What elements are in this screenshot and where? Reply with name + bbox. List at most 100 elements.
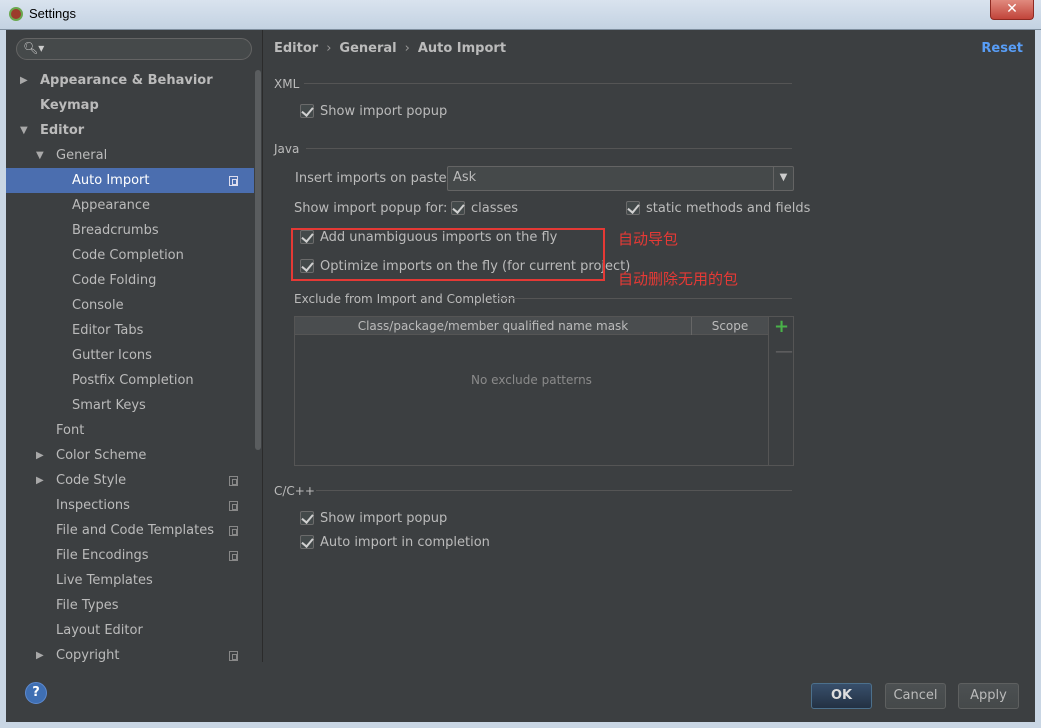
settings-content: Editor › General › Auto Import Reset XML Sho…	[264, 30, 1035, 662]
search-input[interactable]: 🔍︎▾	[16, 38, 252, 60]
popup-classes-checkbox[interactable]: classes	[451, 200, 518, 218]
project-scope-icon	[229, 551, 238, 561]
expand-down-icon[interactable]: ▼	[20, 118, 32, 143]
sidebar-item-label: File and Code Templates	[56, 523, 214, 538]
sidebar-item-label: Breadcrumbs	[72, 223, 159, 238]
sidebar-item-font[interactable]: Font	[6, 418, 254, 443]
sidebar-item-appearance[interactable]: Appearance	[6, 193, 254, 218]
sidebar-item-keymap[interactable]: Keymap	[6, 93, 254, 118]
ok-button[interactable]: OK	[811, 683, 872, 709]
exclude-table: Class/package/member qualified name mask…	[294, 316, 794, 466]
expand-right-icon[interactable]: ▶	[36, 468, 48, 493]
sidebar-item-general[interactable]: ▼ General	[6, 143, 254, 168]
cancel-button[interactable]: Cancel	[885, 683, 946, 709]
section-cpp: C/C++	[274, 484, 315, 498]
sidebar-item-label: Color Scheme	[56, 448, 147, 463]
checkbox-checked[interactable]	[300, 511, 314, 525]
sidebar-item-editor[interactable]: ▼ Editor	[6, 118, 254, 143]
checkbox-checked[interactable]	[451, 201, 465, 215]
insert-imports-value: Ask	[453, 170, 477, 185]
sidebar-item-editor-tabs[interactable]: Editor Tabs	[6, 318, 254, 343]
sidebar-item-label: Code Style	[56, 473, 127, 488]
breadcrumb-separator: ›	[326, 41, 332, 56]
remove-icon[interactable]: —	[775, 341, 793, 362]
sidebar-item-label: Console	[72, 298, 124, 313]
xml-show-import-popup[interactable]: Show import popup	[300, 103, 447, 121]
sidebar-item-label: Layout Editor	[56, 623, 143, 638]
sidebar-item-live-templates[interactable]: Live Templates	[6, 568, 254, 593]
project-scope-icon	[229, 501, 238, 511]
checkbox-label: static methods and fields	[646, 201, 811, 216]
sidebar-item-gutter-icons[interactable]: Gutter Icons	[6, 343, 254, 368]
checkbox-checked[interactable]	[626, 201, 640, 215]
sidebar-item-layout-editor[interactable]: Layout Editor	[6, 618, 254, 643]
sidebar-item-breadcrumbs[interactable]: Breadcrumbs	[6, 218, 254, 243]
column-header-mask[interactable]: Class/package/member qualified name mask	[295, 317, 692, 335]
sidebar-item-label: Postfix Completion	[72, 373, 194, 388]
apply-button[interactable]: Apply	[958, 683, 1019, 709]
sidebar-item-file-and-code-templates[interactable]: File and Code Templates	[6, 518, 254, 543]
insert-imports-label: Insert imports on paste:	[295, 171, 452, 186]
sidebar-item-label: Code Folding	[72, 273, 157, 288]
sidebar-item-smart-keys[interactable]: Smart Keys	[6, 393, 254, 418]
annotation-auto-import: 自动导包	[618, 230, 679, 248]
reset-link[interactable]: Reset	[981, 41, 1023, 56]
expand-right-icon[interactable]: ▶	[20, 68, 32, 93]
empty-table-text: No exclude patterns	[471, 373, 592, 387]
insert-imports-select[interactable]: Ask ▼	[447, 166, 794, 191]
sidebar-item-file-types[interactable]: File Types	[6, 593, 254, 618]
sidebar-item-postfix-completion[interactable]: Postfix Completion	[6, 368, 254, 393]
checkbox-label: Show import popup	[320, 104, 448, 119]
sidebar-item-file-encodings[interactable]: File Encodings	[6, 543, 254, 568]
project-scope-icon	[229, 476, 238, 486]
sidebar-item-code-completion[interactable]: Code Completion	[6, 243, 254, 268]
sidebar-item-color-scheme[interactable]: ▶ Color Scheme	[6, 443, 254, 468]
dialog-footer: ? OK Cancel Apply	[6, 662, 1035, 722]
section-divider	[316, 490, 792, 491]
popup-static-checkbox[interactable]: static methods and fields	[626, 200, 810, 218]
checkbox-checked[interactable]	[300, 535, 314, 549]
section-divider	[306, 148, 792, 149]
help-icon[interactable]: ?	[25, 682, 47, 704]
project-scope-icon	[229, 176, 238, 186]
sidebar-item-label: Appearance	[72, 198, 151, 213]
sidebar-item-console[interactable]: Console	[6, 293, 254, 318]
chevron-down-icon[interactable]: ▼	[773, 167, 793, 190]
project-scope-icon	[229, 651, 238, 661]
sidebar-item-appearance-behavior[interactable]: ▶ Appearance & Behavior	[6, 68, 254, 93]
sidebar-item-auto-import[interactable]: Auto Import	[6, 168, 254, 193]
sidebar-item-code-style[interactable]: ▶ Code Style	[6, 468, 254, 493]
sidebar-item-label: Smart Keys	[72, 398, 146, 413]
section-java: Java	[274, 142, 300, 156]
annotation-auto-remove: 自动删除无用的包	[618, 270, 739, 288]
breadcrumb-general: General	[339, 41, 397, 56]
checkbox-checked[interactable]	[300, 104, 314, 118]
sidebar-item-code-folding[interactable]: Code Folding	[6, 268, 254, 293]
sidebar-item-label: File Types	[56, 598, 119, 613]
sidebar-item-label: Keymap	[40, 98, 99, 113]
sidebar-item-label: Code Completion	[72, 248, 184, 263]
breadcrumb-editor: Editor	[274, 41, 319, 56]
cpp-auto-import-completion[interactable]: Auto import in completion	[300, 534, 490, 552]
column-header-scope[interactable]: Scope	[692, 317, 768, 335]
sidebar-item-label: Auto Import	[72, 173, 150, 188]
expand-down-icon[interactable]: ▼	[36, 143, 48, 168]
checkbox-label: Auto import in completion	[320, 535, 490, 550]
add-icon[interactable]: +	[774, 316, 789, 337]
table-toolbar: + —	[768, 316, 794, 465]
settings-tree: ▶ Appearance & Behavior Keymap ▼ Editor ▼ Gene…	[6, 68, 254, 668]
sidebar-scrollbar[interactable]	[255, 70, 261, 450]
sidebar-item-label: Editor	[40, 123, 85, 138]
search-icon: 🔍︎▾	[23, 41, 45, 55]
sidebar-item-inspections[interactable]: Inspections	[6, 493, 254, 518]
section-exclude: Exclude from Import and Completion	[294, 292, 516, 306]
checkbox-label: Show import popup	[320, 511, 448, 526]
breadcrumb: Editor › General › Auto Import	[274, 41, 506, 56]
expand-right-icon[interactable]: ▶	[36, 443, 48, 468]
cpp-show-import-popup[interactable]: Show import popup	[300, 510, 447, 528]
table-header: Class/package/member qualified name mask…	[295, 317, 768, 335]
close-button[interactable]: ✕	[990, 0, 1034, 20]
sidebar-item-label: Inspections	[56, 498, 130, 513]
project-scope-icon	[229, 526, 238, 536]
title-bar: Settings ✕	[0, 0, 1041, 30]
